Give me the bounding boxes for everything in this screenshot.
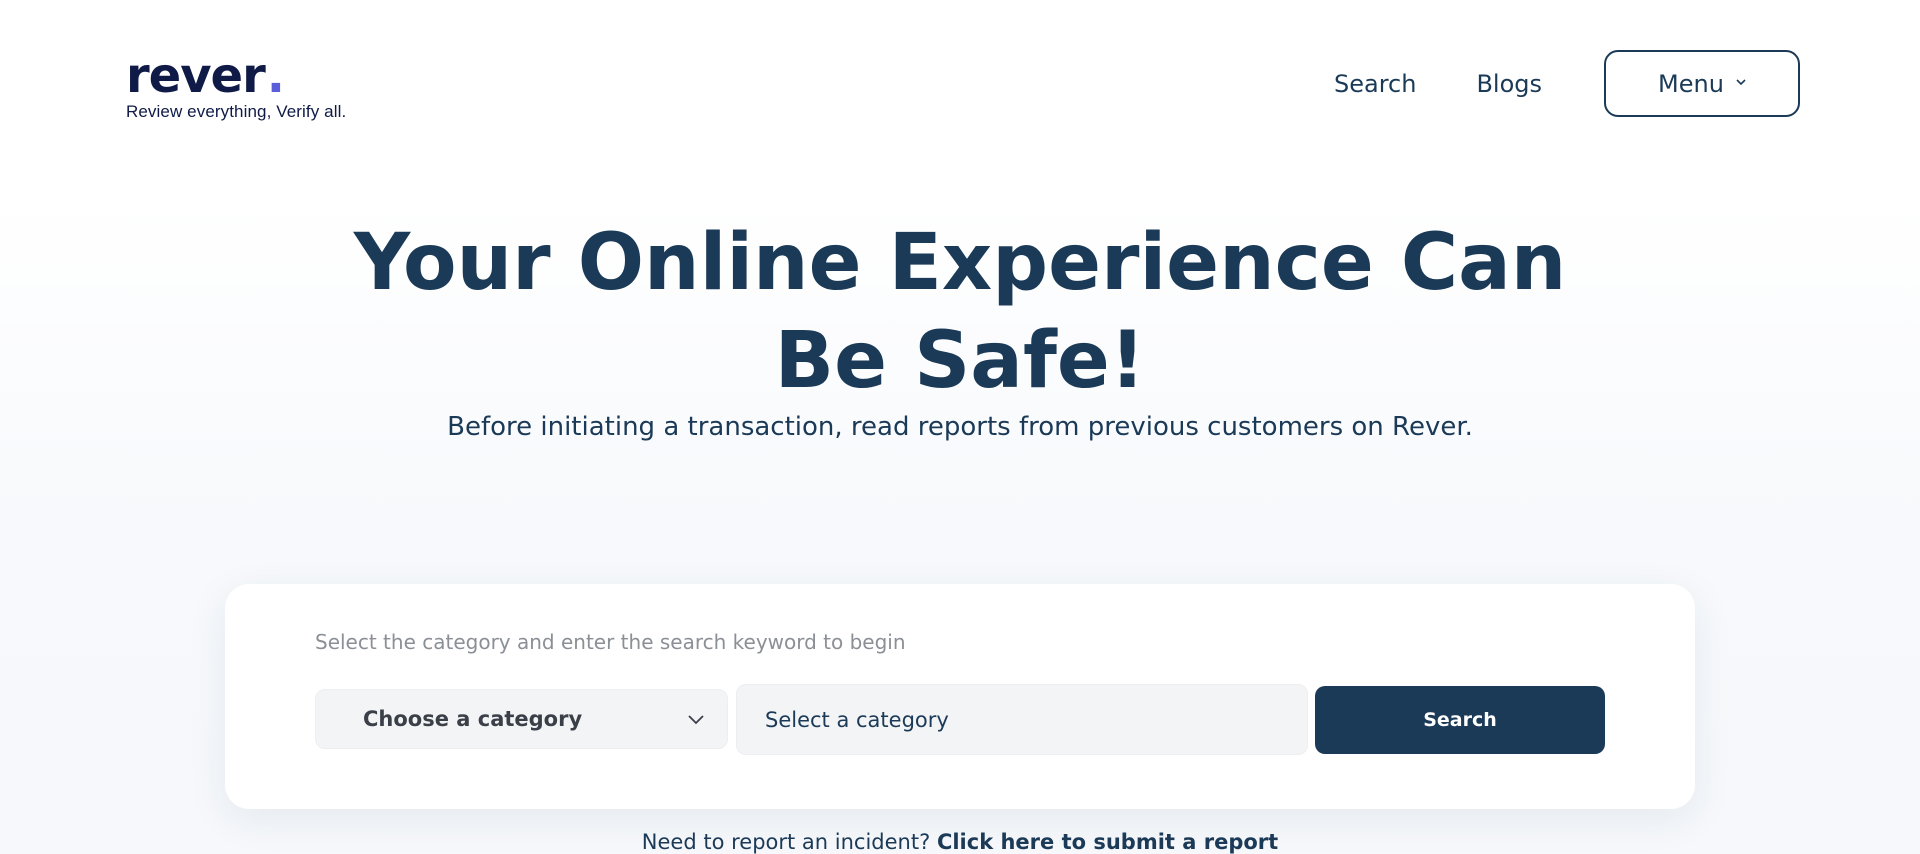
menu-button[interactable]: Menu: [1604, 50, 1800, 117]
main-nav: Search Blogs Menu: [1334, 50, 1800, 117]
search-card: Select the category and enter the search…: [225, 584, 1695, 809]
category-dropdown-value: Choose a category: [363, 707, 583, 731]
search-button[interactable]: Search: [1315, 686, 1605, 754]
submit-report-link[interactable]: Click here to submit a report: [937, 830, 1278, 854]
category-dropdown[interactable]: Choose a category: [315, 689, 728, 749]
hero-title: Your Online Experience Can Be Safe!: [0, 214, 1920, 410]
chevron-down-icon: [1736, 78, 1746, 85]
brand-dot: .: [266, 48, 285, 104]
brand-tagline: Review everything, Verify all.: [126, 102, 347, 121]
hero-title-line-1: Your Online Experience Can: [353, 218, 1567, 308]
nav-search-link[interactable]: Search: [1334, 70, 1416, 98]
brand-name: rever: [126, 48, 266, 104]
keyword-search-input[interactable]: [736, 684, 1308, 755]
nav-blogs-link[interactable]: Blogs: [1476, 70, 1542, 98]
site-header: rever. Review everything, Verify all. Se…: [0, 0, 1920, 170]
chevron-down-icon: [688, 715, 704, 725]
brand-wordmark: rever.: [126, 50, 346, 102]
report-incident-line: Need to report an incident? Click here t…: [0, 830, 1920, 854]
brand-logo[interactable]: rever. Review everything, Verify all.: [126, 50, 346, 122]
hero-title-line-2: Be Safe!: [774, 316, 1146, 406]
menu-button-label: Menu: [1658, 69, 1724, 98]
search-hint: Select the category and enter the search…: [315, 630, 906, 654]
hero-subtitle: Before initiating a transaction, read re…: [447, 412, 1473, 442]
report-prompt: Need to report an incident?: [641, 830, 931, 854]
